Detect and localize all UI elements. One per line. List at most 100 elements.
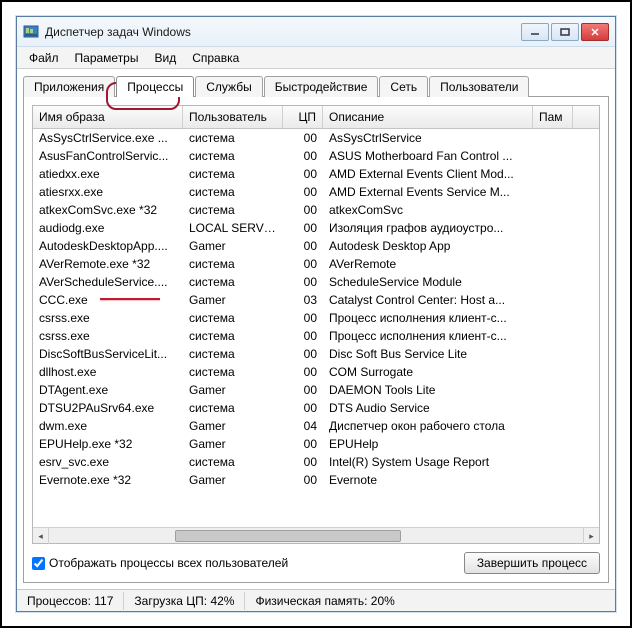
cell-memory [533,389,573,391]
cell-image-name: AutodeskDesktopApp.... [33,238,183,254]
cell-memory [533,227,573,229]
cell-memory [533,443,573,445]
column-user[interactable]: Пользователь [183,106,283,128]
end-process-button[interactable]: Завершить процесс [464,552,600,574]
cell-cpu: 00 [283,256,323,272]
table-row[interactable]: atiesrxx.exeсистема00AMD External Events… [33,183,599,201]
minimize-button[interactable] [521,23,549,41]
table-row[interactable]: atkexComSvc.exe *32система00atkexComSvc [33,201,599,219]
table-row[interactable]: dwm.exeGamer04Диспетчер окон рабочего ст… [33,417,599,435]
cell-image-name: esrv_svc.exe [33,454,183,470]
tab-performance[interactable]: Быстродействие [264,76,379,97]
annotation-underline [100,298,160,300]
table-row[interactable]: CCC.exeGamer03Catalyst Control Center: H… [33,291,599,309]
cell-description: Evernote [323,472,533,488]
cell-memory [533,407,573,409]
table-row[interactable]: DTAgent.exeGamer00DAEMON Tools Lite [33,381,599,399]
show-all-users-checkbox[interactable]: Отображать процессы всех пользователей [32,556,288,570]
cell-image-name: EPUHelp.exe *32 [33,436,183,452]
tab-services[interactable]: Службы [195,76,262,97]
cell-image-name: Evernote.exe *32 [33,472,183,488]
cell-memory [533,263,573,265]
table-row[interactable]: atiedxx.exeсистема00AMD External Events … [33,165,599,183]
table-row[interactable]: AVerScheduleService....система00Schedule… [33,273,599,291]
table-row[interactable]: DTSU2PAuSrv64.exeсистема00DTS Audio Serv… [33,399,599,417]
checkbox-input[interactable] [32,557,45,570]
menu-file[interactable]: Файл [21,49,67,67]
cell-user: система [183,166,283,182]
cell-cpu: 00 [283,346,323,362]
close-button[interactable] [581,23,609,41]
tab-strip: Приложения Процессы Службы Быстродействи… [23,75,609,96]
cell-image-name: DiscSoftBusServiceLit... [33,346,183,362]
cell-cpu: 00 [283,238,323,254]
maximize-button[interactable] [551,23,579,41]
table-row[interactable]: AsusFanControlServic...система00ASUS Mot… [33,147,599,165]
cell-description: Изоляция графов аудиоустро... [323,220,533,236]
column-description[interactable]: Описание [323,106,533,128]
cell-user: Gamer [183,238,283,254]
menu-options[interactable]: Параметры [67,49,147,67]
cell-memory [533,335,573,337]
cell-cpu: 00 [283,400,323,416]
cell-memory [533,461,573,463]
cell-description: AMD External Events Client Mod... [323,166,533,182]
cell-user: система [183,184,283,200]
cell-image-name: AsSysCtrlService.exe ... [33,130,183,146]
cell-description: Процесс исполнения клиент-с... [323,328,533,344]
table-row[interactable]: audiodg.exeLOCAL SERVICE00Изоляция графо… [33,219,599,237]
scroll-right-icon[interactable]: ▸ [583,528,599,544]
cell-description: Диспетчер окон рабочего стола [323,418,533,434]
table-row[interactable]: dllhost.exeсистема00COM Surrogate [33,363,599,381]
cell-cpu: 00 [283,382,323,398]
cell-image-name: atiedxx.exe [33,166,183,182]
table-row[interactable]: DiscSoftBusServiceLit...система00Disc So… [33,345,599,363]
tab-networking[interactable]: Сеть [379,76,428,97]
table-row[interactable]: esrv_svc.exeсистема00Intel(R) System Usa… [33,453,599,471]
cell-user: Gamer [183,292,283,308]
scroll-left-icon[interactable]: ◂ [33,528,49,544]
scroll-thumb[interactable] [175,530,401,542]
cell-description: EPUHelp [323,436,533,452]
window-title: Диспетчер задач Windows [45,25,521,39]
table-row[interactable]: AsSysCtrlService.exe ...система00AsSysCt… [33,129,599,147]
process-list[interactable]: Имя образа Пользователь ЦП Описание Пам … [32,105,600,544]
table-row[interactable]: csrss.exeсистема00Процесс исполнения кли… [33,327,599,345]
menu-help[interactable]: Справка [184,49,247,67]
cell-memory [533,137,573,139]
table-row[interactable]: csrss.exeсистема00Процесс исполнения кли… [33,309,599,327]
table-row[interactable]: Evernote.exe *32Gamer00Evernote [33,471,599,489]
cell-memory [533,425,573,427]
list-header: Имя образа Пользователь ЦП Описание Пам [33,106,599,129]
cell-image-name: AVerRemote.exe *32 [33,256,183,272]
column-memory[interactable]: Пам [533,106,573,128]
cell-memory [533,155,573,157]
cell-cpu: 00 [283,184,323,200]
cell-description: AMD External Events Service M... [323,184,533,200]
column-image-name[interactable]: Имя образа [33,106,183,128]
cell-description: Disc Soft Bus Service Lite [323,346,533,362]
list-body[interactable]: AsSysCtrlService.exe ...система00AsSysCt… [33,129,599,527]
titlebar[interactable]: Диспетчер задач Windows [17,17,615,47]
cell-description: ASUS Motherboard Fan Control ... [323,148,533,164]
table-row[interactable]: EPUHelp.exe *32Gamer00EPUHelp [33,435,599,453]
cell-image-name: dwm.exe [33,418,183,434]
cell-image-name: DTAgent.exe [33,382,183,398]
cell-user: система [183,274,283,290]
cell-user: система [183,310,283,326]
tab-users[interactable]: Пользователи [429,76,529,97]
tab-processes[interactable]: Процессы [116,76,194,97]
cell-image-name: audiodg.exe [33,220,183,236]
table-row[interactable]: AVerRemote.exe *32система00AVerRemote [33,255,599,273]
horizontal-scrollbar[interactable]: ◂ ▸ [33,527,599,543]
cell-user: система [183,256,283,272]
cell-description: DAEMON Tools Lite [323,382,533,398]
table-row[interactable]: AutodeskDesktopApp....Gamer00Autodesk De… [33,237,599,255]
cell-memory [533,245,573,247]
cell-cpu: 00 [283,130,323,146]
cell-description: atkexComSvc [323,202,533,218]
tab-content: Имя образа Пользователь ЦП Описание Пам … [23,96,609,583]
column-cpu[interactable]: ЦП [283,106,323,128]
menu-view[interactable]: Вид [146,49,184,67]
tab-applications[interactable]: Приложения [23,76,115,97]
